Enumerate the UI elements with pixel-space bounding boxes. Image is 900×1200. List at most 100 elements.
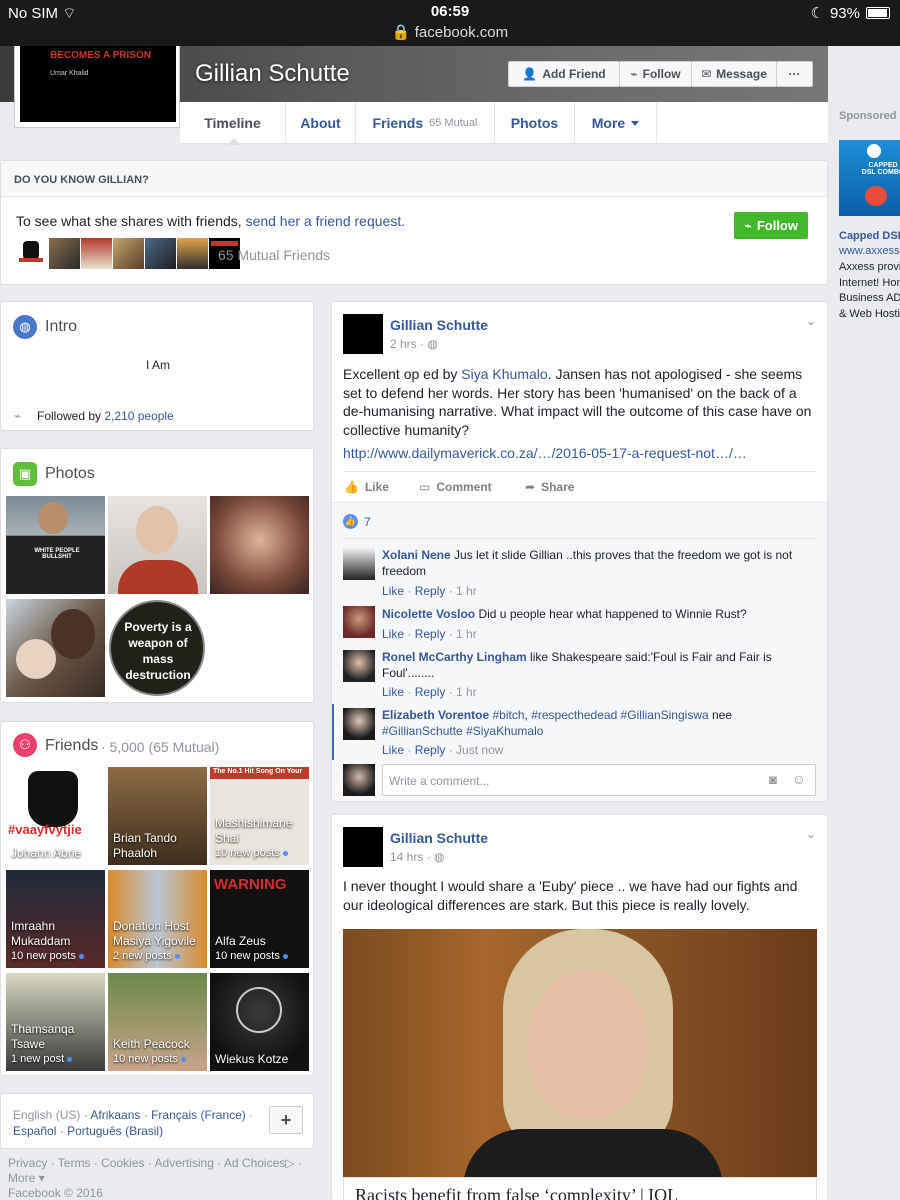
post-timestamp[interactable]: 2 hrs · ◍ [390, 337, 438, 351]
friends-count: · 5,000 (65 Mutual) [101, 739, 220, 755]
comment-like-link[interactable]: Like [382, 584, 404, 598]
comment-reply-link[interactable]: Reply [415, 584, 446, 598]
profile-picture[interactable]: BECOMES A PRISON Umar Khalid [20, 46, 176, 122]
footer-more-link[interactable]: More [8, 1171, 35, 1185]
tab-about[interactable]: About [286, 102, 356, 144]
comment-avatar[interactable] [343, 548, 375, 580]
add-friend-button[interactable]: 👤 Add Friend [508, 61, 620, 87]
comment-time[interactable]: 1 hr [456, 627, 477, 641]
friend-tile[interactable]: Imraahn Mukaddam 10 new posts [6, 870, 105, 968]
ad-image[interactable]: CAPPED DSL COMBO [839, 140, 900, 216]
tab-more[interactable]: More [575, 102, 657, 144]
language-link[interactable]: Français (France) [151, 1108, 246, 1122]
comment-reply-link[interactable]: Reply [415, 685, 446, 699]
address-bar[interactable]: 🔒 facebook.com [0, 23, 900, 41]
comment-time[interactable]: 1 hr [456, 685, 477, 699]
post-options-chevron-icon[interactable]: ⌄ [806, 314, 816, 328]
footer-link[interactable]: Advertising [155, 1156, 214, 1170]
comment-like-link[interactable]: Like [382, 627, 404, 641]
comment-avatar[interactable] [343, 650, 375, 682]
photo-thumb[interactable] [210, 496, 309, 594]
hashtag-link[interactable]: #bitch [492, 708, 524, 722]
comment-time[interactable]: Just now [456, 743, 503, 757]
hashtag-link[interactable]: #respecthedead [531, 708, 617, 722]
post-timestamp[interactable]: 14 hrs · ◍ [390, 850, 445, 864]
photos-title[interactable]: Photos [45, 465, 95, 483]
friend-tile[interactable]: The No.1 Hit Song On Your Mashishimane S… [210, 767, 309, 865]
footer-link[interactable]: Ad Choices [224, 1156, 285, 1170]
more-options-button[interactable]: ··· [776, 61, 813, 87]
hashtag-link[interactable]: #SiyaKhumalo [466, 724, 543, 738]
post-author-avatar[interactable] [343, 314, 383, 354]
comment-reply-link[interactable]: Reply [415, 743, 446, 757]
post-author-name[interactable]: Gillian Schutte [390, 830, 488, 846]
know-follow-button[interactable]: ⌁ Follow [734, 212, 808, 239]
comment-author[interactable]: Elizabeth Vorentoe [382, 708, 489, 722]
comment-input[interactable]: Write a comment... ◙ ☺ [382, 764, 816, 796]
comment-actions: Like · Reply · Just now [382, 743, 504, 757]
comment-button[interactable]: ▭ Comment [419, 480, 492, 494]
ad-desc-line: & Web Hostin [839, 307, 900, 320]
post-options-chevron-icon[interactable]: ⌄ [806, 827, 816, 841]
camera-icon[interactable]: ◙ [769, 772, 777, 787]
comment-like-link[interactable]: Like [382, 685, 404, 699]
link-preview-image[interactable] [343, 929, 817, 1177]
comment-time[interactable]: 1 hr [456, 584, 477, 598]
footer-link[interactable]: Privacy [8, 1156, 47, 1170]
comment-avatar[interactable] [343, 606, 375, 638]
friend-name-text: Johann Abrie [11, 846, 82, 860]
comment-like-link[interactable]: Like [382, 743, 404, 757]
followers-link[interactable]: 2,210 people [104, 409, 173, 423]
tab-photos[interactable]: Photos [495, 102, 575, 144]
tab-friends[interactable]: Friends 65 Mutual [356, 102, 495, 144]
follow-button[interactable]: ⌁ Follow [619, 61, 692, 87]
tab-timeline[interactable]: Timeline [180, 102, 286, 145]
photo-thumb[interactable] [6, 599, 105, 697]
like-button[interactable]: 👍 Like [344, 480, 389, 494]
language-link[interactable]: Afrikaans [90, 1108, 140, 1122]
post-author-avatar[interactable] [343, 827, 383, 867]
comment-author[interactable]: Xolani Nene [382, 548, 451, 562]
language-link[interactable]: Español [13, 1124, 56, 1138]
hashtag-text: #vaayfvytjie [8, 822, 82, 837]
post-author-name[interactable]: Gillian Schutte [390, 317, 488, 333]
globe-icon: ◍ [434, 850, 445, 864]
emoji-icon[interactable]: ☺ [792, 771, 806, 787]
hashtag-link[interactable]: #GillianSchutte [382, 724, 463, 738]
comment-author[interactable]: Nicolette Vosloo [382, 607, 475, 621]
friend-tile[interactable]: WARNING Alfa Zeus 10 new posts [210, 870, 309, 968]
footer-link[interactable]: Cookies [101, 1156, 144, 1170]
mention-link[interactable]: Siya Khumalo [461, 366, 547, 382]
friend-tile[interactable]: Brian Tando Phaaloh [108, 767, 207, 865]
friends-title[interactable]: Friends [45, 737, 98, 755]
photo-thumb[interactable] [108, 496, 207, 594]
post-link[interactable]: http://www.dailymaverick.co.za/…/2016-05… [343, 445, 747, 461]
photo-thumb[interactable]: WHITE PEOPLE BULLSHIT [6, 496, 105, 594]
ad-title[interactable]: Capped DSL [839, 230, 900, 242]
comment-author[interactable]: Ronel McCarthy Lingham [382, 650, 527, 664]
hashtag-link[interactable]: #GillianSingiswa [621, 708, 709, 722]
comment-avatar[interactable] [343, 708, 375, 740]
friend-tile[interactable]: Thamsanqa Tsawe 1 new post [6, 973, 105, 1071]
friend-request-link[interactable]: send her a friend request. [246, 213, 406, 229]
friend-tile[interactable]: #vaayfvytjie Johann Abrie [6, 767, 105, 865]
comment-reply-link[interactable]: Reply [415, 627, 446, 641]
link-preview-caption[interactable]: Racists benefit from false ‘complexity’ … [343, 1177, 817, 1200]
footer-link[interactable]: Terms [58, 1156, 91, 1170]
ad-url[interactable]: www.axxess. [839, 245, 900, 257]
followers-text: Followed by 2,210 people [37, 409, 174, 423]
like-reaction-icon: 👍 [343, 514, 358, 529]
friend-tile[interactable]: Donation Host Masiya Yigovile 2 new posts [108, 870, 207, 968]
photo-thumb[interactable]: Poverty is a weapon of mass destruction [108, 599, 207, 697]
add-language-button[interactable]: + [269, 1106, 303, 1134]
like-count[interactable]: 👍 7 [343, 514, 371, 529]
share-button[interactable]: ➦ Share [525, 480, 574, 494]
comment-actions: Like · Reply · 1 hr [382, 685, 477, 699]
message-button[interactable]: ✉ Message [691, 61, 777, 87]
friend-tile[interactable]: Keith Peacock 10 new posts [108, 973, 207, 1071]
mutual-friends-count[interactable]: 65 Mutual Friends [218, 247, 330, 263]
mutual-friends-thumbs[interactable] [17, 238, 240, 269]
profile-name[interactable]: Gillian Schutte [195, 60, 350, 88]
friend-tile[interactable]: Wiekus Kotze [210, 973, 309, 1071]
language-link[interactable]: Português (Brasil) [67, 1124, 163, 1138]
